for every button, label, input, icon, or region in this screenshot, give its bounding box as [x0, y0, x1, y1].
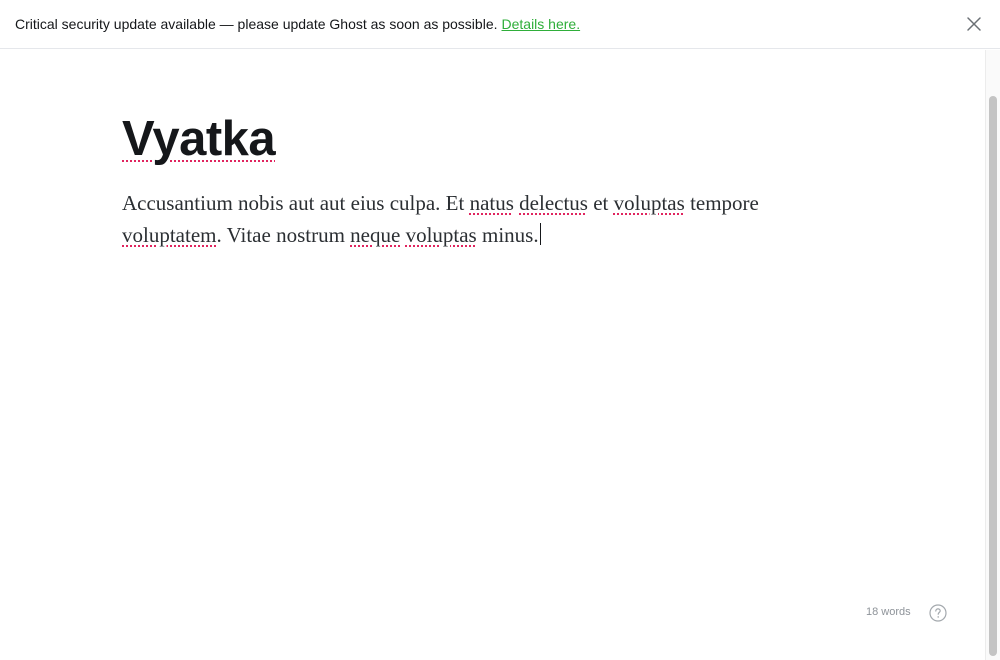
text-cursor [539, 223, 541, 245]
scrollbar-thumb[interactable] [989, 96, 997, 656]
misspelled-word: voluptas [613, 191, 685, 215]
close-icon[interactable] [966, 16, 982, 32]
body-text: . Vitae nostrum [216, 223, 351, 247]
scrollbar[interactable] [985, 50, 1000, 660]
body-text: et [587, 191, 614, 215]
body-text: tempore [684, 191, 759, 215]
post-editor[interactable]: Vyatka Accusantium nobis aut aut eius cu… [122, 108, 822, 251]
body-text: minus. [476, 223, 539, 247]
misspelled-word: neque [350, 223, 401, 247]
word-count: 18 words [866, 606, 911, 618]
help-circle-icon[interactable] [929, 604, 947, 622]
post-body[interactable]: Accusantium nobis aut aut eius culpa. Et… [122, 187, 822, 251]
misspelled-word: voluptas [405, 223, 477, 247]
post-title[interactable]: Vyatka [122, 108, 822, 170]
banner-details-link[interactable]: Details here. [502, 16, 581, 32]
post-title-text: Vyatka [122, 112, 276, 166]
misspelled-word: voluptatem [122, 223, 217, 247]
misspelled-word: natus [469, 191, 514, 215]
security-update-banner: Critical security update available — ple… [0, 0, 1000, 49]
misspelled-word: delectus [519, 191, 588, 215]
body-text: Accusantium nobis aut aut eius culpa. Et [122, 191, 470, 215]
editor-page: Critical security update available — ple… [0, 0, 1000, 660]
banner-message: Critical security update available — ple… [15, 16, 498, 32]
